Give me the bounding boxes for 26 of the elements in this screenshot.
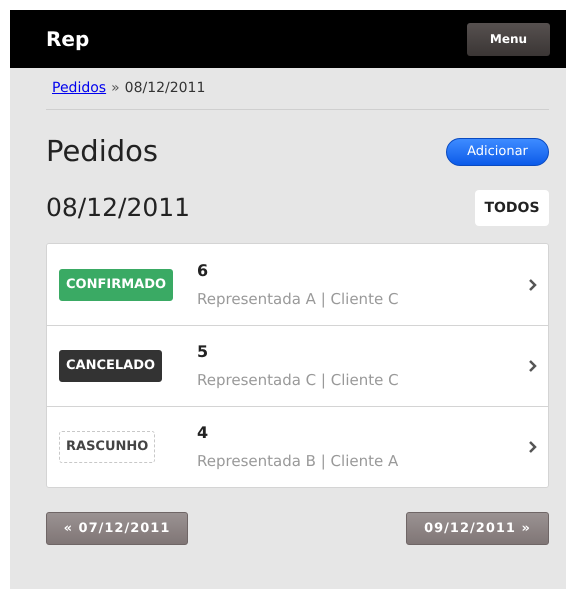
add-button[interactable]: Adicionar — [446, 138, 549, 166]
menu-button[interactable]: Menu — [467, 22, 550, 56]
chevron-right-icon — [528, 359, 538, 373]
order-row[interactable]: CANCELADO 5 Representada C | Cliente C — [47, 325, 548, 406]
chevron-right-icon — [528, 278, 538, 292]
breadcrumb-link[interactable]: Pedidos — [52, 78, 106, 99]
filter-button[interactable]: TODOS — [475, 190, 549, 226]
order-detail: Representada B | Cliente A — [197, 451, 400, 471]
date-heading: 08/12/2011 — [46, 192, 190, 224]
status-badge: CONFIRMADO — [59, 268, 174, 300]
order-number: 5 — [197, 342, 210, 362]
order-row[interactable]: RASCUNHO 4 Representada B | Cliente A — [47, 406, 548, 487]
breadcrumb-separator: » — [111, 79, 120, 98]
order-detail: Representada A | Cliente C — [197, 288, 400, 308]
status-badge: RASCUNHO — [59, 431, 156, 463]
order-detail: Representada C | Cliente C — [197, 370, 400, 390]
order-number: 4 — [197, 423, 210, 443]
page-title: Pedidos — [46, 133, 158, 170]
order-number: 6 — [197, 260, 210, 280]
breadcrumb-current: 08/12/2011 — [124, 79, 206, 98]
next-day-button[interactable]: 09/12/2011 » — [406, 512, 549, 545]
status-badge: CANCELADO — [59, 350, 162, 382]
chevron-right-icon — [528, 440, 538, 454]
previous-day-button[interactable]: « 07/12/2011 — [46, 512, 188, 545]
app-title: Rep — [46, 26, 90, 53]
order-row[interactable]: CONFIRMADO 6 Representada A | Cliente C — [47, 244, 548, 325]
